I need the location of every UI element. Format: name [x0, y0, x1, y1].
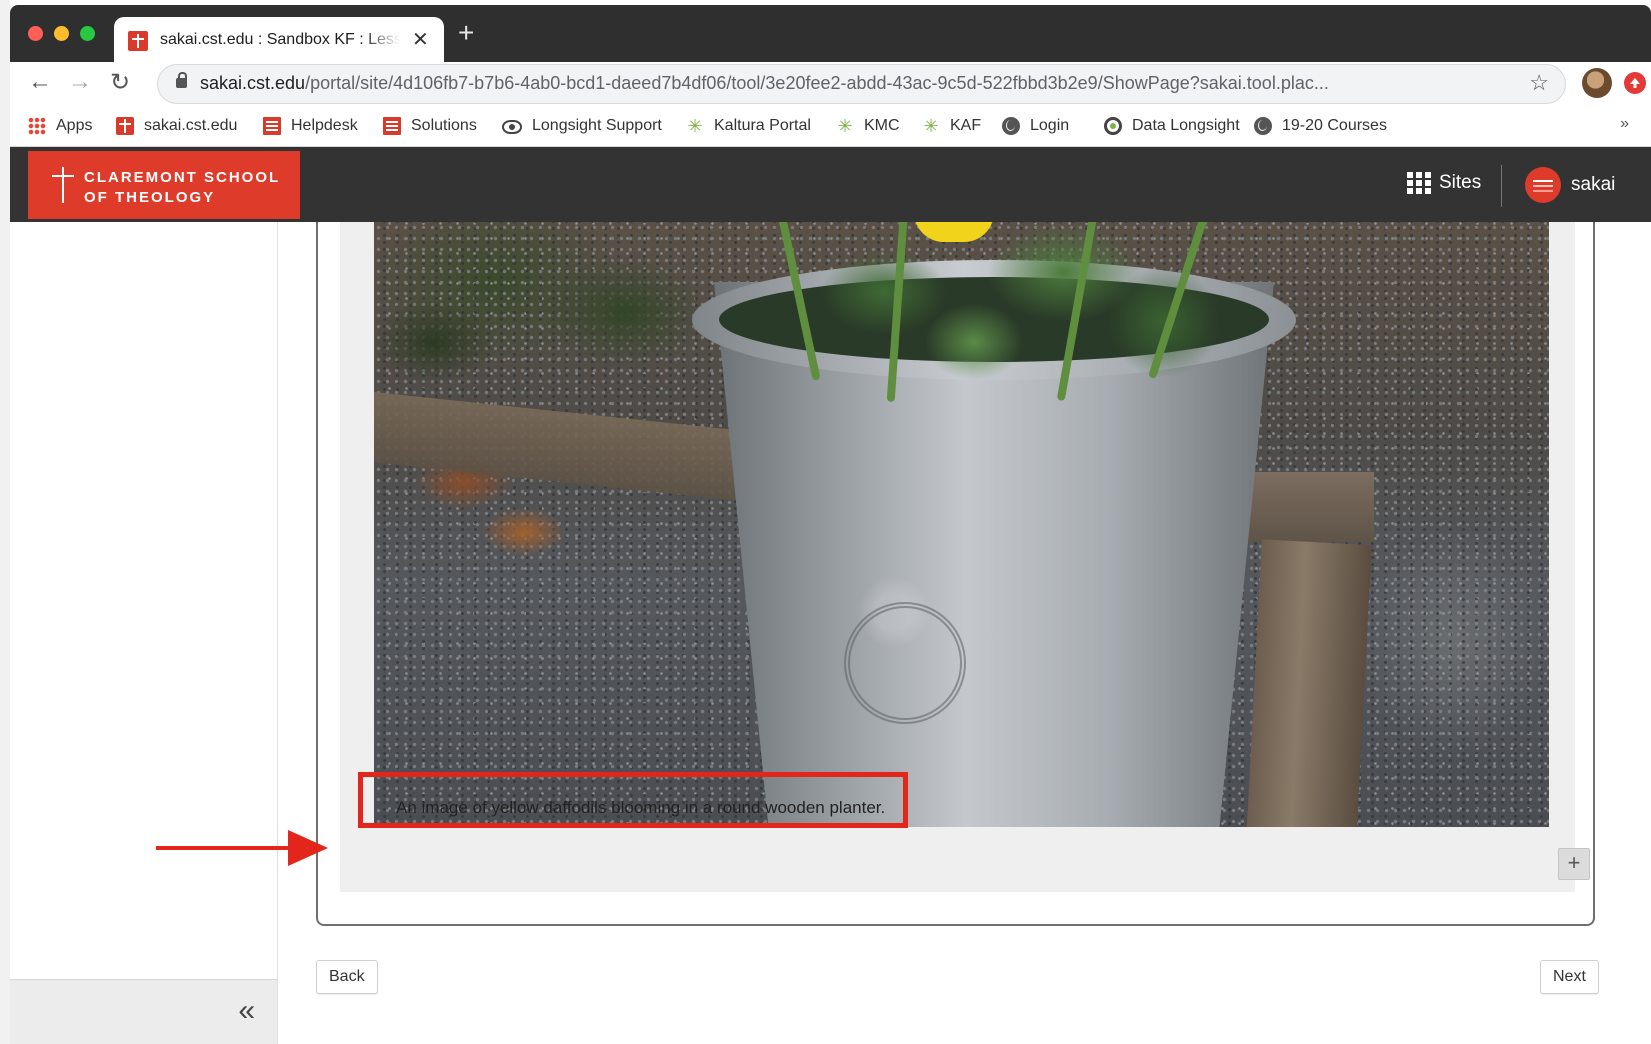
- url-path: /portal/site/4d106fb7-b7b6-4ab0-bcd1-dae…: [305, 73, 1329, 93]
- bookmark-star-icon[interactable]: ☆: [1529, 70, 1549, 96]
- minimize-window-button[interactable]: [54, 26, 69, 41]
- eye-icon: [502, 120, 522, 134]
- bookmark-sakai[interactable]: sakai.cst.edu: [116, 115, 237, 137]
- doc-icon: [263, 117, 281, 135]
- sites-label: Sites: [1439, 172, 1482, 193]
- bookmark-login[interactable]: Login: [1002, 115, 1069, 137]
- next-button[interactable]: Next: [1540, 960, 1599, 994]
- apps-icon: [28, 117, 46, 135]
- cross-icon: [62, 167, 64, 203]
- tool-sidebar: «: [10, 222, 278, 1044]
- browser-toolbar: ← → ↻ sakai.cst.edu/portal/site/4d106fb7…: [10, 62, 1651, 106]
- bookmarks-overflow-icon[interactable]: »: [1620, 115, 1629, 133]
- back-button[interactable]: Back: [316, 960, 378, 994]
- tab-title: sakai.cst.edu : Sandbox KF : Lessons: [160, 31, 400, 48]
- school-logo[interactable]: Claremont School of Theology: [28, 151, 300, 219]
- url-host: sakai.cst.edu: [200, 73, 306, 93]
- close-tab-icon[interactable]: ✕: [412, 27, 429, 52]
- annotation-arrow-head: [288, 830, 328, 866]
- url-text[interactable]: sakai.cst.edu/portal/site/4d106fb7-b7b6-…: [200, 73, 1525, 94]
- bookmark-helpdesk[interactable]: Helpdesk: [263, 115, 358, 137]
- image-caption: An image of yellow daffodils blooming in…: [396, 798, 886, 817]
- spark-icon: ✳: [923, 116, 939, 136]
- bookmark-label: Data Longsight: [1132, 117, 1240, 134]
- bookmark-data-longsight[interactable]: Data Longsight: [1104, 115, 1240, 137]
- bookmark-label: Kaltura Portal: [714, 117, 811, 134]
- bookmark-label: sakai.cst.edu: [144, 117, 238, 134]
- lesson-content-box: An image of yellow daffodils blooming in…: [316, 222, 1595, 926]
- bookmark-label: KMC: [864, 117, 900, 134]
- spark-icon: ✳: [687, 116, 703, 136]
- site-header: Claremont School of Theology Sites sakai: [10, 147, 1651, 222]
- header-divider: [1501, 165, 1502, 207]
- user-name[interactable]: sakai: [1571, 174, 1615, 196]
- cst-favicon-icon: [128, 31, 148, 51]
- maximize-window-button[interactable]: [80, 26, 95, 41]
- bookmark-label: KAF: [950, 117, 982, 134]
- logo-text: Claremont School of Theology: [84, 169, 281, 206]
- annotation-arrow: [156, 846, 296, 850]
- bookmark-label: Helpdesk: [291, 117, 358, 134]
- bookmark-label: Login: [1030, 117, 1070, 134]
- bookmark-apps[interactable]: Apps: [28, 115, 92, 137]
- collapse-sidebar-icon[interactable]: «: [238, 994, 255, 1028]
- close-window-button[interactable]: [28, 26, 43, 41]
- spark-icon: ✳: [837, 116, 853, 136]
- browser-titlebar: sakai.cst.edu : Sandbox KF : Lessons ✕ +: [10, 5, 1651, 63]
- globe-icon: [1002, 117, 1020, 135]
- bookmark-label: Solutions: [411, 117, 477, 134]
- user-avatar[interactable]: [1525, 167, 1561, 203]
- image-panel: An image of yellow daffodils blooming in…: [340, 222, 1575, 892]
- bookmark-kaltura-portal[interactable]: ✳ Kaltura Portal: [686, 115, 811, 137]
- bookmarks-bar: Apps sakai.cst.edu Helpdesk Solutions Lo…: [10, 106, 1651, 147]
- new-tab-button[interactable]: +: [458, 19, 474, 47]
- bookmark-label: Apps: [56, 117, 93, 134]
- bookmark-label: 19-20 Courses: [1282, 117, 1387, 134]
- extension-icon[interactable]: [1624, 72, 1646, 94]
- bookmark-label: Longsight Support: [532, 117, 662, 134]
- cst-icon: [116, 117, 134, 135]
- address-bar[interactable]: sakai.cst.edu/portal/site/4d106fb7-b7b6-…: [157, 64, 1566, 104]
- bookmark-19-20-courses[interactable]: 19-20 Courses: [1254, 115, 1387, 137]
- sidebar-footer: «: [10, 979, 277, 1044]
- reload-icon[interactable]: ↻: [110, 68, 130, 97]
- daffodil-planter-image: [374, 222, 1549, 827]
- bookmark-kaf[interactable]: ✳ KAF: [922, 115, 981, 137]
- bookmark-kmc[interactable]: ✳ KMC: [836, 115, 900, 137]
- globe-icon: [1254, 117, 1272, 135]
- bookmark-solutions[interactable]: Solutions: [383, 115, 477, 137]
- sites-button[interactable]: Sites: [1407, 172, 1481, 194]
- bookmark-longsight-support[interactable]: Longsight Support: [502, 115, 662, 137]
- browser-tab-active[interactable]: sakai.cst.edu : Sandbox KF : Lessons ✕: [114, 17, 444, 63]
- doc-icon: [383, 117, 401, 135]
- expand-button[interactable]: +: [1558, 848, 1590, 880]
- profile-avatar[interactable]: [1582, 68, 1612, 98]
- lock-icon[interactable]: [176, 72, 187, 88]
- window-frame: [0, 0, 10, 1044]
- ring-icon: [1104, 117, 1122, 135]
- back-arrow-icon[interactable]: ←: [28, 68, 52, 96]
- grid-icon: [1407, 172, 1431, 194]
- forward-arrow-icon[interactable]: →: [68, 68, 92, 96]
